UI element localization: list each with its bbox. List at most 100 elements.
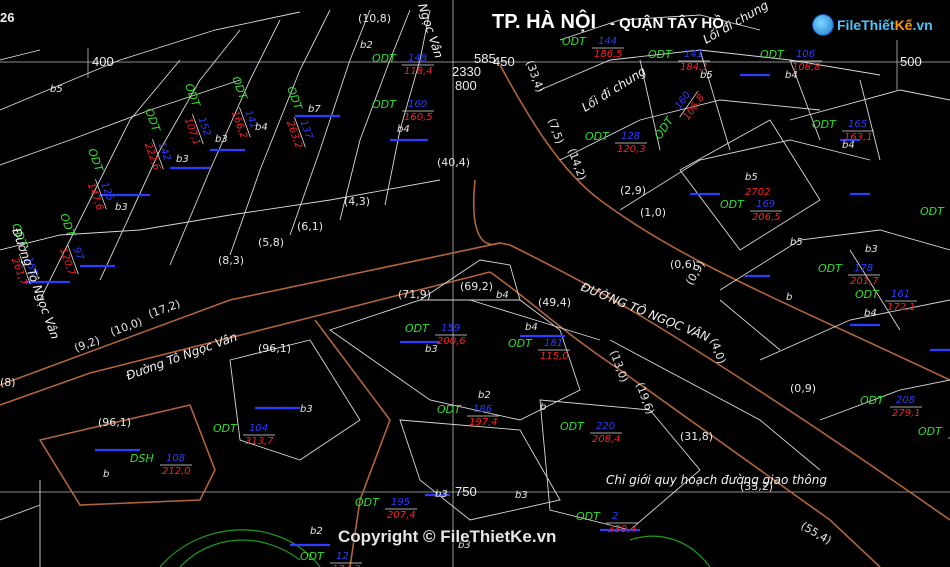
parcel-area-label: 118,4 xyxy=(404,66,433,77)
parcel-type-label: DSH xyxy=(130,452,154,465)
parcel-area-label: 160,5 xyxy=(404,112,433,123)
parcel-number-label: 160 xyxy=(408,99,427,110)
grid-2330: 2330 xyxy=(452,64,481,79)
parcel-type-label: ODT xyxy=(355,496,380,509)
parcel-area-label: 200,6 xyxy=(437,336,466,347)
building-label: b4 xyxy=(397,124,410,135)
parcel-type-label: ODT xyxy=(860,394,885,407)
parcel-number-label: 159 xyxy=(441,323,460,334)
building-label: b3 xyxy=(865,244,878,255)
copyright-watermark: Copyright © FileThietKe.vn xyxy=(338,527,557,546)
parcel-type-label: ODT xyxy=(920,205,945,218)
building-label: b2 xyxy=(478,390,491,401)
parcel-number-label: 208 xyxy=(896,395,915,406)
district-title: - QUẬN TÂY HỒ xyxy=(610,14,724,32)
grid-585: 585 xyxy=(474,51,496,66)
parcel-number-label: 148 xyxy=(408,53,427,64)
building-label: b5 xyxy=(50,84,63,95)
parcel-type-label: ODT xyxy=(508,337,533,350)
building-label: b3 xyxy=(435,489,448,500)
logo-icon xyxy=(812,14,834,36)
parcel-area-label: 206,5 xyxy=(752,212,781,223)
parcel-number-label: 2 xyxy=(612,511,618,522)
grid-400: 400 xyxy=(92,54,114,69)
coordinate-label: (2,9) xyxy=(620,184,646,197)
parcel-area-label: 201,7 xyxy=(850,276,879,287)
building-label: b4 xyxy=(864,308,877,319)
coordinate-label: (1,0) xyxy=(640,206,666,219)
parcel-type-label: ODT xyxy=(372,52,397,65)
parcel-area-label: 330,4 xyxy=(608,524,637,535)
building-label: b3 xyxy=(425,344,438,355)
parcel-number-label: 104 xyxy=(249,423,268,434)
building-label: b5 xyxy=(790,237,803,248)
parcel-number-label: 165 xyxy=(848,119,867,130)
parcel-area-label: 208,4 xyxy=(592,434,621,445)
building-label: b2 xyxy=(310,526,323,537)
building-label: b3 xyxy=(215,134,228,145)
building-label: b2 xyxy=(360,40,373,51)
building-label: b xyxy=(540,402,546,413)
building-label: b3 xyxy=(115,202,128,213)
coordinate-label: (8) xyxy=(0,376,16,389)
parcel-type-label: ODT xyxy=(720,198,745,211)
parcel-area-label: 212,0 xyxy=(162,466,191,477)
building-label: b4 xyxy=(496,290,509,301)
parcel-area-label: 207,4 xyxy=(387,510,416,521)
special-number-label: 2702 xyxy=(745,187,770,198)
coordinate-label: (8,3) xyxy=(218,254,244,267)
coordinate-label: (96,1) xyxy=(258,342,291,355)
parcel-type-label: ODT xyxy=(918,425,943,438)
parcel-area-label: 115,0 xyxy=(540,351,569,362)
parcel-area-label: 186,5 xyxy=(594,49,623,60)
parcel-number-label: 178 xyxy=(854,263,873,274)
coordinate-label: (40,4) xyxy=(437,156,470,169)
parcel-type-label: ODT xyxy=(760,48,785,61)
coordinate-label: (31,8) xyxy=(680,430,713,443)
parcel-type-label: ODT xyxy=(213,422,238,435)
coordinate-label: (10,8) xyxy=(358,12,391,25)
coordinate-label: (6,1) xyxy=(297,220,323,233)
parcel-type-label: ODT xyxy=(818,262,843,275)
parcel-number-label: 141 xyxy=(684,49,703,60)
grid-750: 750 xyxy=(455,484,477,499)
building-label: b3 xyxy=(515,490,528,501)
parcel-number-label: 12 xyxy=(336,551,349,562)
coordinate-label: (69,2) xyxy=(460,280,493,293)
parcel-number-label: 106 xyxy=(796,49,815,60)
building-label: b5 xyxy=(745,172,758,183)
parcel-area-label: 172,1 xyxy=(887,302,916,313)
logo-text: FileThiếtKế.vn xyxy=(837,17,933,33)
cadastral-map[interactable]: ODT 144 186,5 ODT 148 118,4 ODT 160 160,5 ODT 128 1… xyxy=(0,0,950,567)
building-label: b4 xyxy=(255,122,268,133)
parcel-number-label: 220 xyxy=(596,421,615,432)
parcel-type-label: ODT xyxy=(437,403,462,416)
grid-26: 26 xyxy=(0,10,14,25)
grid-800: 800 xyxy=(455,78,477,93)
parcel-type-label: ODT xyxy=(560,420,585,433)
parcel-number-label: 128 xyxy=(621,131,640,142)
parcel-number-label: 144 xyxy=(598,36,617,47)
parcel-type-label: ODT xyxy=(405,322,430,335)
coordinate-label: (96,1) xyxy=(98,416,131,429)
site-logo[interactable]: FileThiếtKế.vn xyxy=(812,14,933,36)
building-label: b4 xyxy=(842,140,855,151)
parcel-type-label: ODT xyxy=(585,130,610,143)
parcel-type-label: ODT xyxy=(855,288,880,301)
coordinate-label: (71,9) xyxy=(398,288,431,301)
parcel-type-label: ODT xyxy=(648,48,673,61)
building-label: b4 xyxy=(525,322,538,333)
planning-boundary-note: Chỉ giới quy hoạch đường giao thông xyxy=(606,473,827,487)
parcel-number-label: 195 xyxy=(391,497,410,508)
coordinate-label: (5,8) xyxy=(258,236,284,249)
parcel-area-label: 279,1 xyxy=(892,408,921,419)
grid-500: 500 xyxy=(900,54,922,69)
parcel-type-label: ODT xyxy=(562,35,587,48)
building-label: b4 xyxy=(785,70,798,81)
building-label: b xyxy=(786,292,792,303)
building-label: b xyxy=(103,469,109,480)
parcel-type-label: ODT xyxy=(812,118,837,131)
parcel-number-label: 169 xyxy=(756,199,775,210)
parcel-type-label: ODT xyxy=(576,510,601,523)
grid-450: 450 xyxy=(493,54,515,69)
